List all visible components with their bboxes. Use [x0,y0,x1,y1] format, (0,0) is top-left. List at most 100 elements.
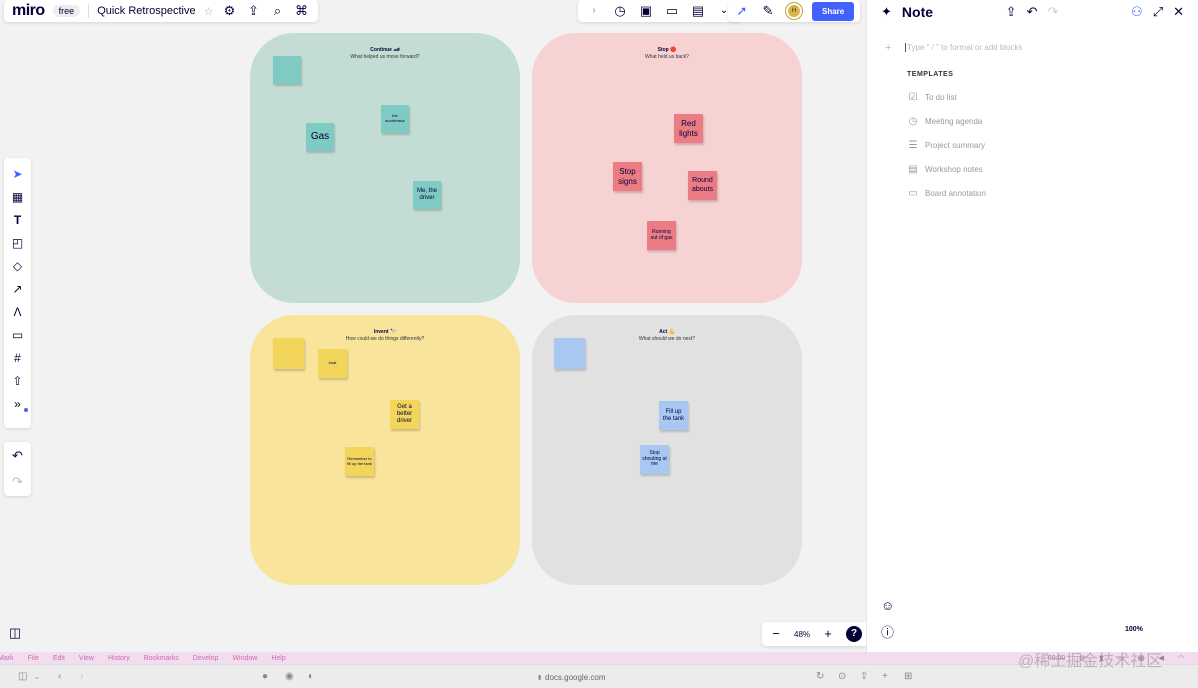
template-label: Board annotation [925,189,986,198]
template-item[interactable]: ▭ Board annotation [907,188,986,199]
sticky-note[interactable]: Round abouts [688,171,717,200]
pen-tool-icon[interactable]: Λ [10,304,26,320]
help-icon[interactable]: ? [846,626,863,642]
sticky-note[interactable]: Red lights [674,114,703,143]
notification-dot [24,408,28,412]
chevron-right-icon[interactable]: › [586,3,602,19]
upload-tool-icon[interactable]: ⇧ [10,373,26,389]
new-tab-icon[interactable]: + [882,671,888,682]
template-label: Meeting agenda [925,117,983,126]
chat-icon[interactable]: ☺ [881,598,894,613]
plan-badge[interactable]: free [52,5,81,17]
sidebar-toggle[interactable]: ◫ [4,622,26,644]
template-item[interactable]: ◷ Meeting agenda [907,116,983,127]
sticky-note[interactable]: Get a better driver [390,400,419,429]
undo-icon[interactable]: ↶ [10,448,26,464]
notes-icon[interactable]: ▤ [690,3,706,19]
note-panel-title: Note [901,4,934,20]
sticky-note[interactable] [554,338,585,369]
close-icon[interactable]: ✕ [1173,4,1184,20]
export-icon[interactable]: ⇪ [246,3,262,19]
extension-icon[interactable]: ● [262,671,268,682]
sticky-note[interactable]: the accelerator [381,105,409,133]
timer-icon[interactable]: ◷ [612,3,628,19]
board-title[interactable]: Quick Retrospective [97,5,195,17]
sticky-note[interactable]: Stop shouting at me [640,445,669,474]
celebrate-icon[interactable]: ✎ [760,3,776,19]
address-bar[interactable]: docs.google.com [545,673,605,682]
reactions-icon[interactable]: ▣ [638,3,654,19]
share-button[interactable]: Share [812,1,855,21]
tab-overview-icon[interactable]: ⊞ [904,671,912,682]
add-block-icon[interactable]: + [885,42,891,54]
template-item[interactable]: ▤ Workshop notes [907,164,983,175]
avatar[interactable]: H [786,3,802,19]
share-icon[interactable]: ⇪ [860,671,868,682]
note-panel: ✦ Note ⇪ ↶ ↷ ⚇ ⤢ ✕ + Type " / " to forma… [866,0,1198,652]
mac-menu-item[interactable]: Edit [53,655,65,662]
redo-icon[interactable]: ↷ [10,474,26,490]
template-item[interactable]: ☰ Project summary [907,140,986,151]
line-tool-icon[interactable]: ↗ [10,281,26,297]
comment-tool-icon[interactable]: ▭ [10,327,26,343]
text-tool-icon[interactable]: T [10,212,26,228]
settings-gear-icon[interactable]: ⚙ [222,3,238,19]
sticky-note[interactable]: Running out of gas [647,221,676,250]
privacy-icon[interactable]: ◉ [285,671,294,682]
sticky-note[interactable] [273,338,304,369]
back-icon[interactable]: ‹ [58,671,61,682]
mac-menu-item[interactable]: Window [232,655,257,662]
expand-icon[interactable]: ⤢ [1153,4,1163,20]
retro-quadrant-stop[interactable]: Stop 🛑 What held us back? [532,33,802,303]
board-canvas[interactable]: Continue 🏎 What helped us move forward? Ga… [0,0,866,652]
watermark: @稀土掘金技术社区 [1018,653,1163,670]
mac-menu-item[interactable]: Bookmarks [144,655,179,662]
chevron-down-icon[interactable]: ⌄ [34,673,40,681]
sticky-note[interactable] [273,56,301,84]
frame-tool-icon[interactable]: # [10,350,26,366]
star-icon[interactable]: ☆ [204,5,214,18]
search-icon[interactable]: ⌕ [270,3,286,19]
note-editor-input[interactable]: Type " / " to format or add blocks [905,43,1023,52]
collaborators-icon[interactable]: ⚇ [1131,4,1143,20]
sticky-note[interactable]: Remember to fill up the tank [345,447,374,476]
templates-heading: TEMPLATES [907,71,954,78]
select-cursor-icon[interactable]: ➤ [10,166,26,182]
sticky-note[interactable]: Stop signs [613,162,642,191]
zoom-in-icon[interactable]: + [820,626,836,642]
sidebar-icon[interactable]: ◫ [18,671,27,682]
forward-icon[interactable]: › [80,671,83,682]
sticky-note[interactable]: Fill up the tank [659,401,688,430]
cursor-flag-icon[interactable]: ➚ [734,3,750,19]
mac-menu-item[interactable]: View [79,655,94,662]
help-icon[interactable]: ⓘ [881,622,894,641]
redo-icon[interactable]: ↷ [1047,4,1058,20]
wifi-icon[interactable]: ◠ [1178,654,1184,662]
sticky-note-tool-icon[interactable]: ◰ [10,235,26,251]
mac-menu-item[interactable]: Develop [193,655,219,662]
sticky-note[interactable]: boat [318,349,347,378]
sticky-note[interactable]: Me, the driver [413,181,441,209]
undo-icon[interactable]: ↶ [1027,4,1038,20]
mac-menu-item[interactable]: History [108,655,130,662]
export-icon[interactable]: ⇪ [1006,4,1017,20]
reload-icon[interactable]: ↻ [816,671,824,682]
mac-menu-item[interactable]: File [28,655,39,662]
templates-icon[interactable]: ▦ [10,189,26,205]
sticky-note[interactable]: Gas [306,123,334,151]
mac-menu-item[interactable]: Mark [0,655,14,662]
pin-icon[interactable]: ✦ [881,4,892,20]
shapes-tool-icon[interactable]: ◇ [10,258,26,274]
download-icon[interactable]: ⊙ [838,671,846,682]
comment-icon[interactable]: ▭ [664,3,680,19]
lock-icon: ▮ [538,675,542,681]
template-item[interactable]: ☑ To do list [907,92,957,103]
mac-menu-item[interactable]: Help [271,655,285,662]
template-label: Workshop notes [925,165,983,174]
zoom-level[interactable]: 48% [794,630,810,639]
note-zoom-level[interactable]: 100% [1125,626,1143,633]
miro-logo[interactable]: miro [12,2,45,20]
plugin-icon[interactable]: ⌘ [294,3,310,19]
zoom-out-icon[interactable]: − [768,626,784,642]
shield-icon[interactable]: ◐ [308,671,314,682]
